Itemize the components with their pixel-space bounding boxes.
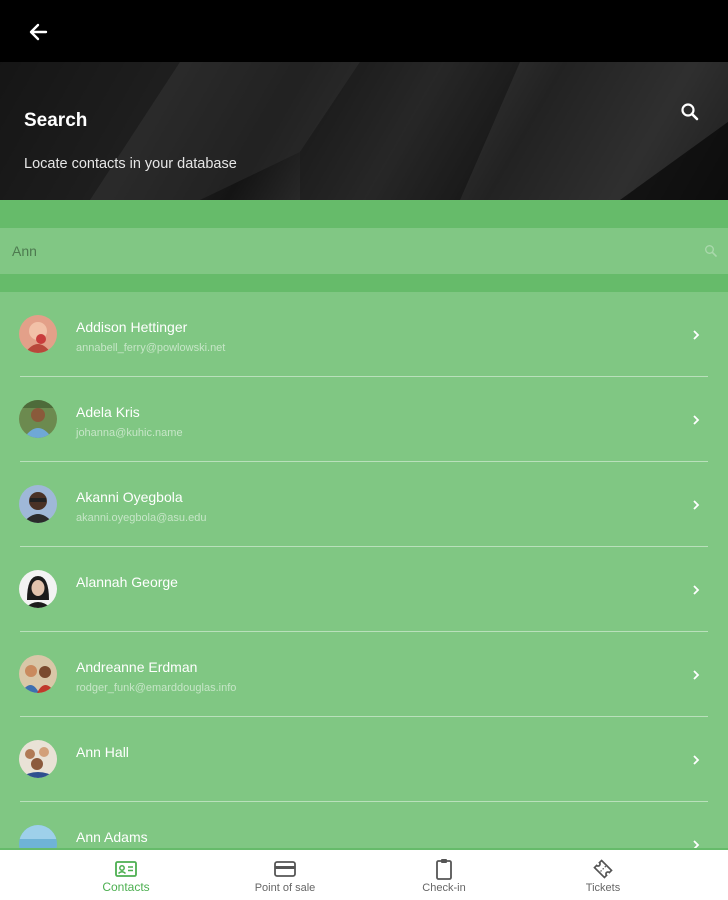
contact-row[interactable]: Addison Hettinger annabell_ferry@powlows… — [0, 292, 728, 377]
contact-email: rodger_funk@emarddouglas.info — [76, 682, 237, 694]
contact-name: Ann Hall — [76, 744, 129, 760]
contact-email: johanna@kuhic.name — [76, 427, 183, 439]
contact-name: Ann Adams — [76, 829, 148, 845]
search-header: Search Locate contacts in your database — [0, 62, 728, 200]
top-app-bar — [0, 0, 728, 62]
nav-label: Check-in — [422, 882, 466, 894]
chevron-right-icon — [693, 840, 700, 848]
ticket-icon — [593, 859, 613, 879]
search-input[interactable] — [12, 240, 692, 262]
bottom-navigation: Contacts Point of sale Check-in Tickets — [0, 848, 728, 900]
page-title: Search — [24, 110, 88, 131]
nav-tickets[interactable]: Tickets — [533, 850, 673, 900]
nav-label: Tickets — [585, 882, 621, 894]
avatar — [19, 655, 57, 693]
contact-name: Akanni Oyegbola — [76, 489, 183, 505]
contact-row[interactable]: Akanni Oyegbola akanni.oyegbola@asu.edu — [0, 462, 728, 547]
nav-check-in[interactable]: Check-in — [374, 850, 514, 900]
contact-card-icon — [115, 861, 137, 877]
header-search-button[interactable] — [680, 102, 704, 126]
contact-name: Alannah George — [76, 574, 178, 590]
chevron-right-icon — [693, 500, 700, 510]
search-bottom-spacer — [0, 274, 728, 292]
contact-row[interactable]: Andreanne Erdman rodger_funk@emarddougla… — [0, 632, 728, 717]
contact-email: akanni.oyegbola@asu.edu — [76, 512, 207, 524]
chevron-right-icon — [693, 415, 700, 425]
nav-label: Contacts — [102, 880, 150, 894]
avatar — [19, 485, 57, 523]
avatar — [19, 570, 57, 608]
search-bar — [0, 228, 728, 274]
nav-contacts[interactable]: Contacts — [56, 850, 196, 900]
clipboard-icon — [436, 859, 452, 880]
contact-row[interactable]: Ann Hall — [0, 717, 728, 802]
contact-email: annabell_ferry@powlowski.net — [76, 342, 226, 354]
search-top-spacer — [0, 200, 728, 228]
nav-label: Point of sale — [254, 882, 316, 894]
contact-row[interactable]: Ann Adams — [0, 802, 728, 848]
arrow-left-icon — [29, 23, 48, 41]
avatar — [19, 825, 57, 848]
contact-name: Andreanne Erdman — [76, 659, 198, 675]
chevron-right-icon — [693, 330, 700, 340]
header-background-pattern — [0, 62, 728, 200]
contact-name: Addison Hettinger — [76, 319, 188, 335]
contact-row[interactable]: Alannah George — [0, 547, 728, 632]
contact-name: Adela Kris — [76, 404, 140, 420]
back-button[interactable] — [24, 18, 52, 46]
nav-point-of-sale[interactable]: Point of sale — [215, 850, 355, 900]
chevron-right-icon — [693, 755, 700, 765]
chevron-right-icon — [693, 585, 700, 595]
search-icon — [681, 103, 699, 121]
credit-card-icon — [274, 861, 296, 877]
avatar — [19, 315, 57, 353]
contact-row[interactable]: Adela Kris johanna@kuhic.name — [0, 377, 728, 462]
chevron-right-icon — [693, 670, 700, 680]
avatar — [19, 740, 57, 778]
avatar — [19, 400, 57, 438]
page-subtitle: Locate contacts in your database — [24, 156, 237, 172]
contact-list: Addison Hettinger annabell_ferry@powlows… — [0, 292, 728, 848]
search-small-icon — [705, 245, 717, 257]
